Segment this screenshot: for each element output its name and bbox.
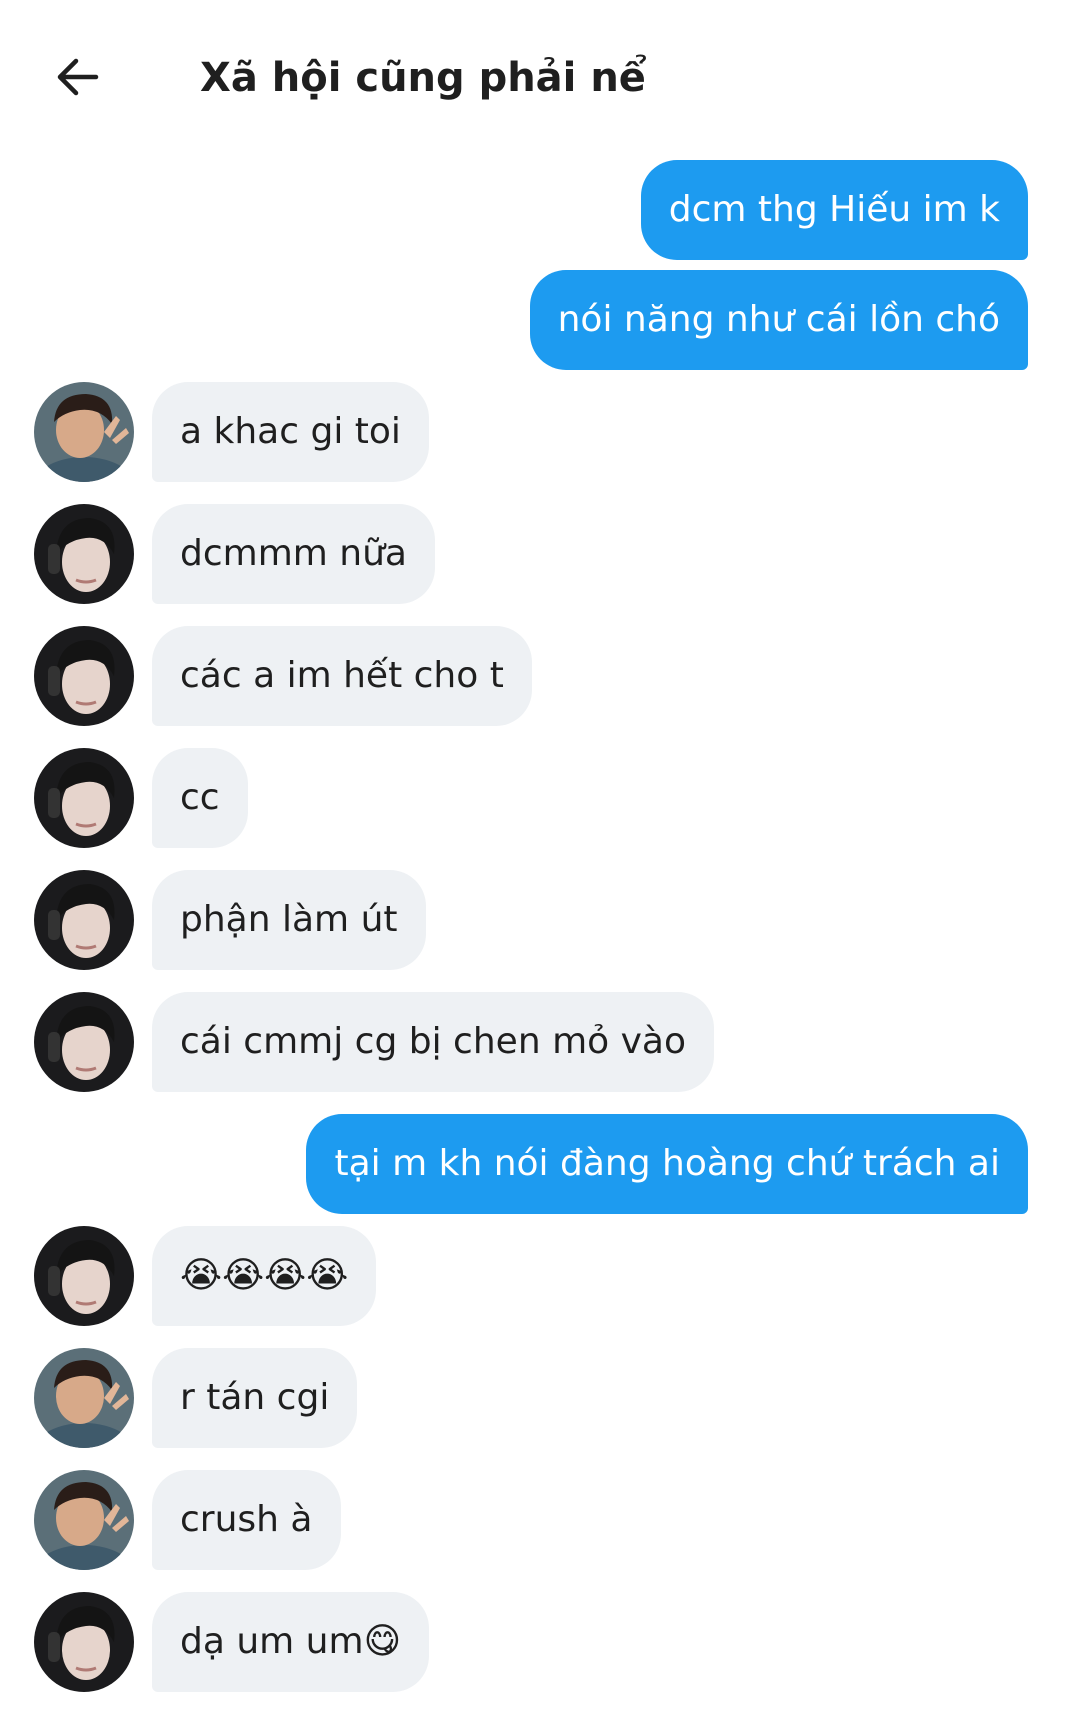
received-message-bubble[interactable]: các a im hết cho t (152, 626, 532, 726)
received-message-bubble[interactable]: dạ um um😋 (152, 1592, 430, 1692)
message-row: r tán cgi (0, 1348, 1080, 1448)
message-row: a khac gi toi (0, 382, 1080, 482)
message-row: nói năng như cái lồn chó (0, 270, 1080, 370)
message-row: dcm thg Hiếu im k (0, 160, 1080, 260)
message-row: các a im hết cho t (0, 626, 1080, 726)
sent-message-bubble[interactable]: tại m kh nói đàng hoàng chứ trách ai (306, 1114, 1028, 1214)
avatar[interactable] (34, 1348, 134, 1448)
avatar[interactable] (34, 1470, 134, 1570)
message-row: dạ um um😋 (0, 1592, 1080, 1692)
message-row: dcmmm nữa (0, 504, 1080, 604)
message-row: tại m kh nói đàng hoàng chứ trách ai (0, 1114, 1080, 1214)
received-message-bubble[interactable]: a khac gi toi (152, 382, 429, 482)
avatar[interactable] (34, 382, 134, 482)
received-message-bubble[interactable]: crush à (152, 1470, 341, 1570)
message-thread: dcm thg Hiếu im k nói năng như cái lồn c… (0, 0, 1080, 1722)
message-row: 😭😭😭😭 (0, 1226, 1080, 1326)
received-message-bubble[interactable]: r tán cgi (152, 1348, 358, 1448)
message-row: cái cmmj cg bị chen mỏ vào (0, 992, 1080, 1092)
sent-message-bubble[interactable]: dcm thg Hiếu im k (640, 160, 1028, 260)
avatar[interactable] (34, 1592, 134, 1692)
received-message-bubble[interactable]: phận làm út (152, 870, 426, 970)
received-message-bubble[interactable]: dcmmm nữa (152, 504, 435, 604)
avatar[interactable] (34, 504, 134, 604)
received-message-bubble[interactable]: cc (152, 748, 248, 848)
received-message-bubble[interactable]: cái cmmj cg bị chen mỏ vào (152, 992, 715, 1092)
sent-message-bubble[interactable]: nói năng như cái lồn chó (529, 270, 1028, 370)
message-row: cc (0, 748, 1080, 848)
avatar[interactable] (34, 1226, 134, 1326)
message-row: phận làm út (0, 870, 1080, 970)
received-message-bubble[interactable]: 😭😭😭😭 (152, 1226, 377, 1326)
avatar[interactable] (34, 748, 134, 848)
message-row: crush à (0, 1470, 1080, 1570)
avatar[interactable] (34, 870, 134, 970)
avatar[interactable] (34, 992, 134, 1092)
avatar[interactable] (34, 626, 134, 726)
